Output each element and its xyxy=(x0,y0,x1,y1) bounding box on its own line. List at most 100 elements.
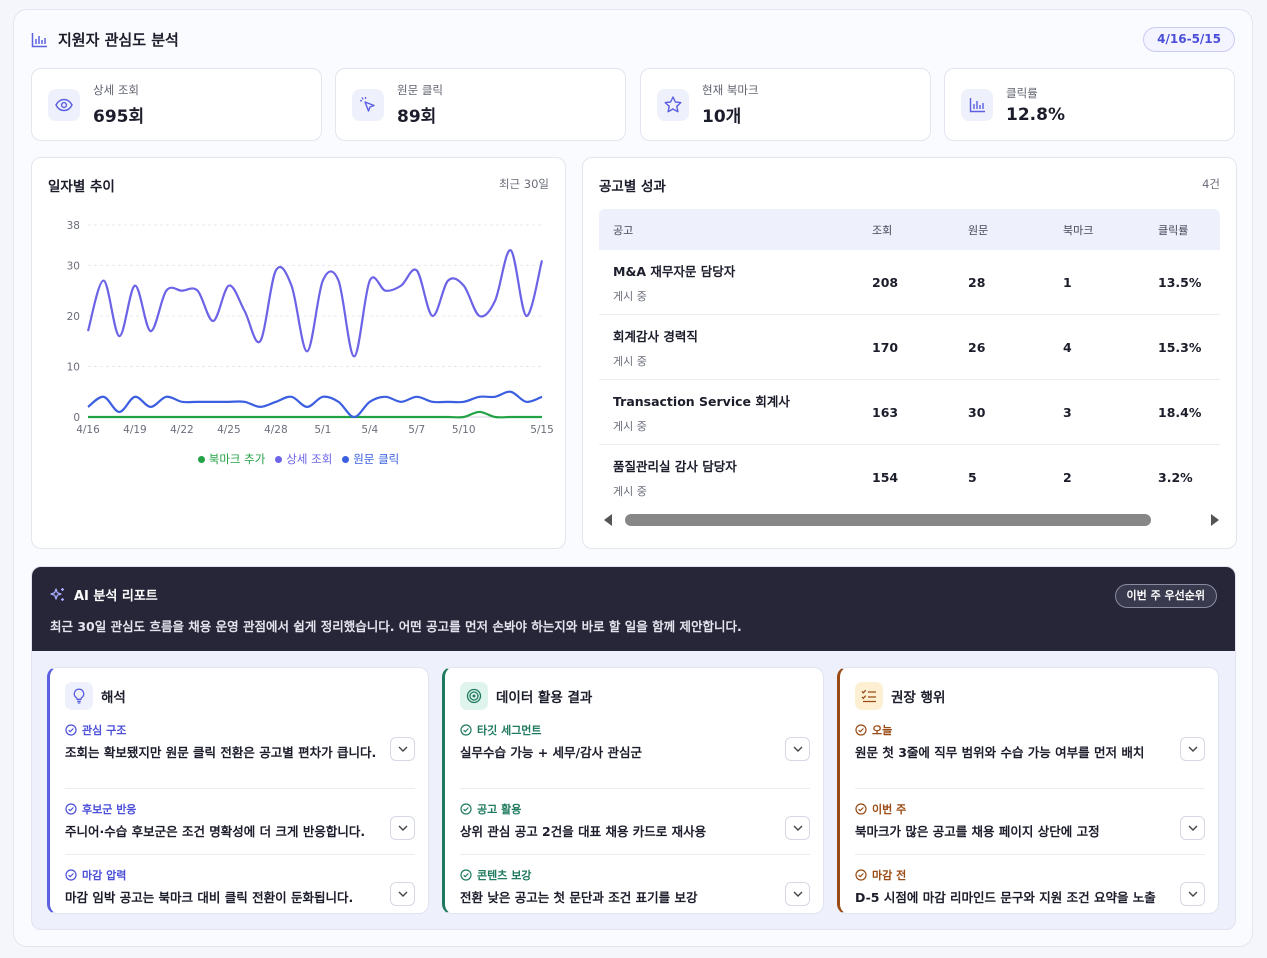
x-tick-label: 5/1 xyxy=(314,424,331,436)
card-header: 해석 xyxy=(65,682,126,710)
check-circle-icon xyxy=(855,869,867,881)
item-tag-label: 공고 활용 xyxy=(477,803,522,816)
item-text: 마감 임박 공고는 북마크 대비 클릭 전환이 둔화됩니다. xyxy=(65,890,354,905)
item-tag-label: 후보군 반응 xyxy=(82,803,137,816)
expand-button[interactable] xyxy=(390,737,415,761)
postings-title: 공고별 성과 xyxy=(599,179,666,195)
card-title: 해석 xyxy=(101,690,126,706)
list-item: 타깃 세그먼트 실무수습 가능 + 세무/감사 관심군 xyxy=(460,722,810,788)
scroll-left-icon[interactable] xyxy=(603,513,613,527)
ai-report-section: AI 분석 리포트 최근 30일 관심도 흐름을 채용 운영 관점에서 쉽게 정… xyxy=(31,566,1236,930)
item-tag: 관심 구조 xyxy=(65,722,126,738)
item-tag: 오늘 xyxy=(855,722,892,738)
posting-name: M&A 재무자문 담당자 xyxy=(613,263,736,279)
posting-name: 회계감사 경력직 xyxy=(613,328,698,344)
card-recommended-actions: 권장 행위 오늘 원문 첫 3줄에 직무 범위와 수습 가능 여부를 먼저 배치… xyxy=(837,667,1219,914)
trend-period: 최근 30일 xyxy=(498,177,549,191)
list-item: 후보군 반응 주니어·수습 후보군은 조건 명확성에 더 크게 반응합니다. xyxy=(65,788,415,854)
kpi-label: 원문 클릭 xyxy=(397,83,443,97)
chevron-down-icon xyxy=(398,746,407,752)
posting-status: 게시 중 xyxy=(613,289,647,303)
date-range-badge[interactable]: 4/16-5/15 xyxy=(1143,27,1235,52)
item-text: D-5 시점에 마감 리마인드 문구와 지원 조건 요약을 노출 xyxy=(855,890,1156,905)
check-circle-icon xyxy=(65,803,77,815)
kpi-card-ctr: 클릭률 12.8% xyxy=(944,68,1235,141)
table-row[interactable]: M&A 재무자문 담당자 게시 중 208 28 1 13.5% xyxy=(599,250,1220,315)
expand-button[interactable] xyxy=(1180,737,1205,761)
x-tick-label: 5/7 xyxy=(408,424,425,436)
ai-report-title: AI 분석 리포트 xyxy=(50,585,158,604)
bar-chart-icon xyxy=(31,32,47,47)
list-item: 콘텐츠 보강 전환 낮은 공고는 첫 문단과 조건 표기를 보강 xyxy=(460,854,810,920)
series-line xyxy=(86,249,544,358)
posting-status: 게시 중 xyxy=(613,354,647,368)
expand-button[interactable] xyxy=(785,737,810,761)
table-row[interactable]: 회계감사 경력직 게시 중 170 26 4 15.3% xyxy=(599,315,1220,380)
expand-button[interactable] xyxy=(785,882,810,906)
daily-trend-panel: 일자별 추이 최근 30일 0 10 20 30 38 4/16 4/19 4/22 4/25 4… xyxy=(31,157,566,549)
item-tag-label: 오늘 xyxy=(872,724,893,737)
x-tick-label: 4/25 xyxy=(217,424,241,436)
table-header: 공고 조회 원문 북마크 클릭률 xyxy=(599,209,1220,250)
item-text: 조회는 확보됐지만 원문 클릭 전환은 공고별 편차가 큽니다. xyxy=(65,745,377,760)
bookmarks-cell: 2 xyxy=(1063,470,1072,485)
chart-legend: 북마크 추가 상세 조회 원문 클릭 xyxy=(32,451,565,467)
views-cell: 208 xyxy=(872,274,899,290)
list-item: 마감 압력 마감 임박 공고는 북마크 대비 클릭 전환이 둔화됩니다. xyxy=(65,854,415,920)
checklist-icon xyxy=(855,682,883,710)
posting-name: Transaction Service 회계사 xyxy=(613,393,790,409)
scrollbar-thumb[interactable] xyxy=(625,514,1151,526)
y-tick-label: 0 xyxy=(73,412,80,424)
legend-label: 원문 클릭 xyxy=(353,452,400,466)
expand-button[interactable] xyxy=(785,816,810,840)
clicks-cell: 30 xyxy=(968,404,986,420)
priority-badge[interactable]: 이번 주 우선순위 xyxy=(1114,584,1217,608)
column-header: 공고 xyxy=(613,223,634,237)
item-tag-label: 마감 전 xyxy=(872,869,907,882)
item-tag: 후보군 반응 xyxy=(65,801,136,817)
column-header: 북마크 xyxy=(1063,223,1094,237)
trend-title: 일자별 추이 xyxy=(48,179,115,195)
ai-report-title-text: AI 분석 리포트 xyxy=(74,589,158,604)
check-circle-icon xyxy=(460,724,472,736)
expand-button[interactable] xyxy=(390,882,415,906)
check-circle-icon xyxy=(855,803,867,815)
views-cell: 170 xyxy=(872,339,899,355)
scroll-right-icon[interactable] xyxy=(1210,513,1220,527)
kpi-value: 695회 xyxy=(93,107,145,127)
item-tag-label: 콘텐츠 보강 xyxy=(477,869,532,882)
expand-button[interactable] xyxy=(1180,882,1205,906)
expand-button[interactable] xyxy=(1180,816,1205,840)
legend-item-bookmark[interactable]: 북마크 추가 xyxy=(197,451,265,467)
kpi-card-bookmarks: 현재 북마크 10개 xyxy=(640,68,931,141)
legend-item-clicks[interactable]: 원문 클릭 xyxy=(342,451,399,467)
postings-count: 4건 xyxy=(1202,177,1220,191)
x-tick-label: 4/19 xyxy=(123,424,147,436)
item-tag: 마감 전 xyxy=(855,867,906,883)
check-circle-icon xyxy=(460,869,472,881)
clicks-cell: 26 xyxy=(968,339,986,355)
item-tag: 타깃 세그먼트 xyxy=(460,722,542,738)
chevron-down-icon xyxy=(1188,891,1197,897)
expand-button[interactable] xyxy=(390,816,415,840)
chevron-down-icon xyxy=(793,825,802,831)
ctr-cell: 15.3% xyxy=(1158,339,1202,355)
table-row[interactable]: 품질관리실 감사 담당자 게시 중 154 5 2 3.2% xyxy=(599,445,1220,510)
x-tick-label: 4/22 xyxy=(170,424,194,436)
card-title: 데이터 활용 결과 xyxy=(496,690,593,706)
sparkle-icon xyxy=(50,587,64,601)
table-row[interactable]: Transaction Service 회계사 게시 중 163 30 3 18.… xyxy=(599,380,1220,445)
column-header: 클릭률 xyxy=(1158,223,1189,237)
bookmarks-cell: 3 xyxy=(1063,404,1072,420)
posting-performance-panel: 공고별 성과 4건 공고 조회 원문 북마크 클릭률 M&A 재무자문 담당자게… xyxy=(582,157,1237,549)
legend-item-views[interactable]: 상세 조회 xyxy=(275,451,332,467)
star-icon xyxy=(657,88,689,121)
card-header: 데이터 활용 결과 xyxy=(460,682,592,710)
check-circle-icon xyxy=(65,724,77,736)
x-tick-label: 4/16 xyxy=(76,424,100,436)
postings-table: 공고 조회 원문 북마크 클릭률 M&A 재무자문 담당자 게시 중 208 28… xyxy=(599,209,1220,510)
analytics-panel: 지원자 관심도 분석 4/16-5/15 상세 조회 695회 원문 클릭 89… xyxy=(13,9,1253,947)
horizontal-scrollbar[interactable] xyxy=(603,513,1220,527)
chevron-down-icon xyxy=(398,891,407,897)
list-item: 이번 주 북마크가 많은 공고를 채용 페이지 상단에 고정 xyxy=(855,788,1205,854)
